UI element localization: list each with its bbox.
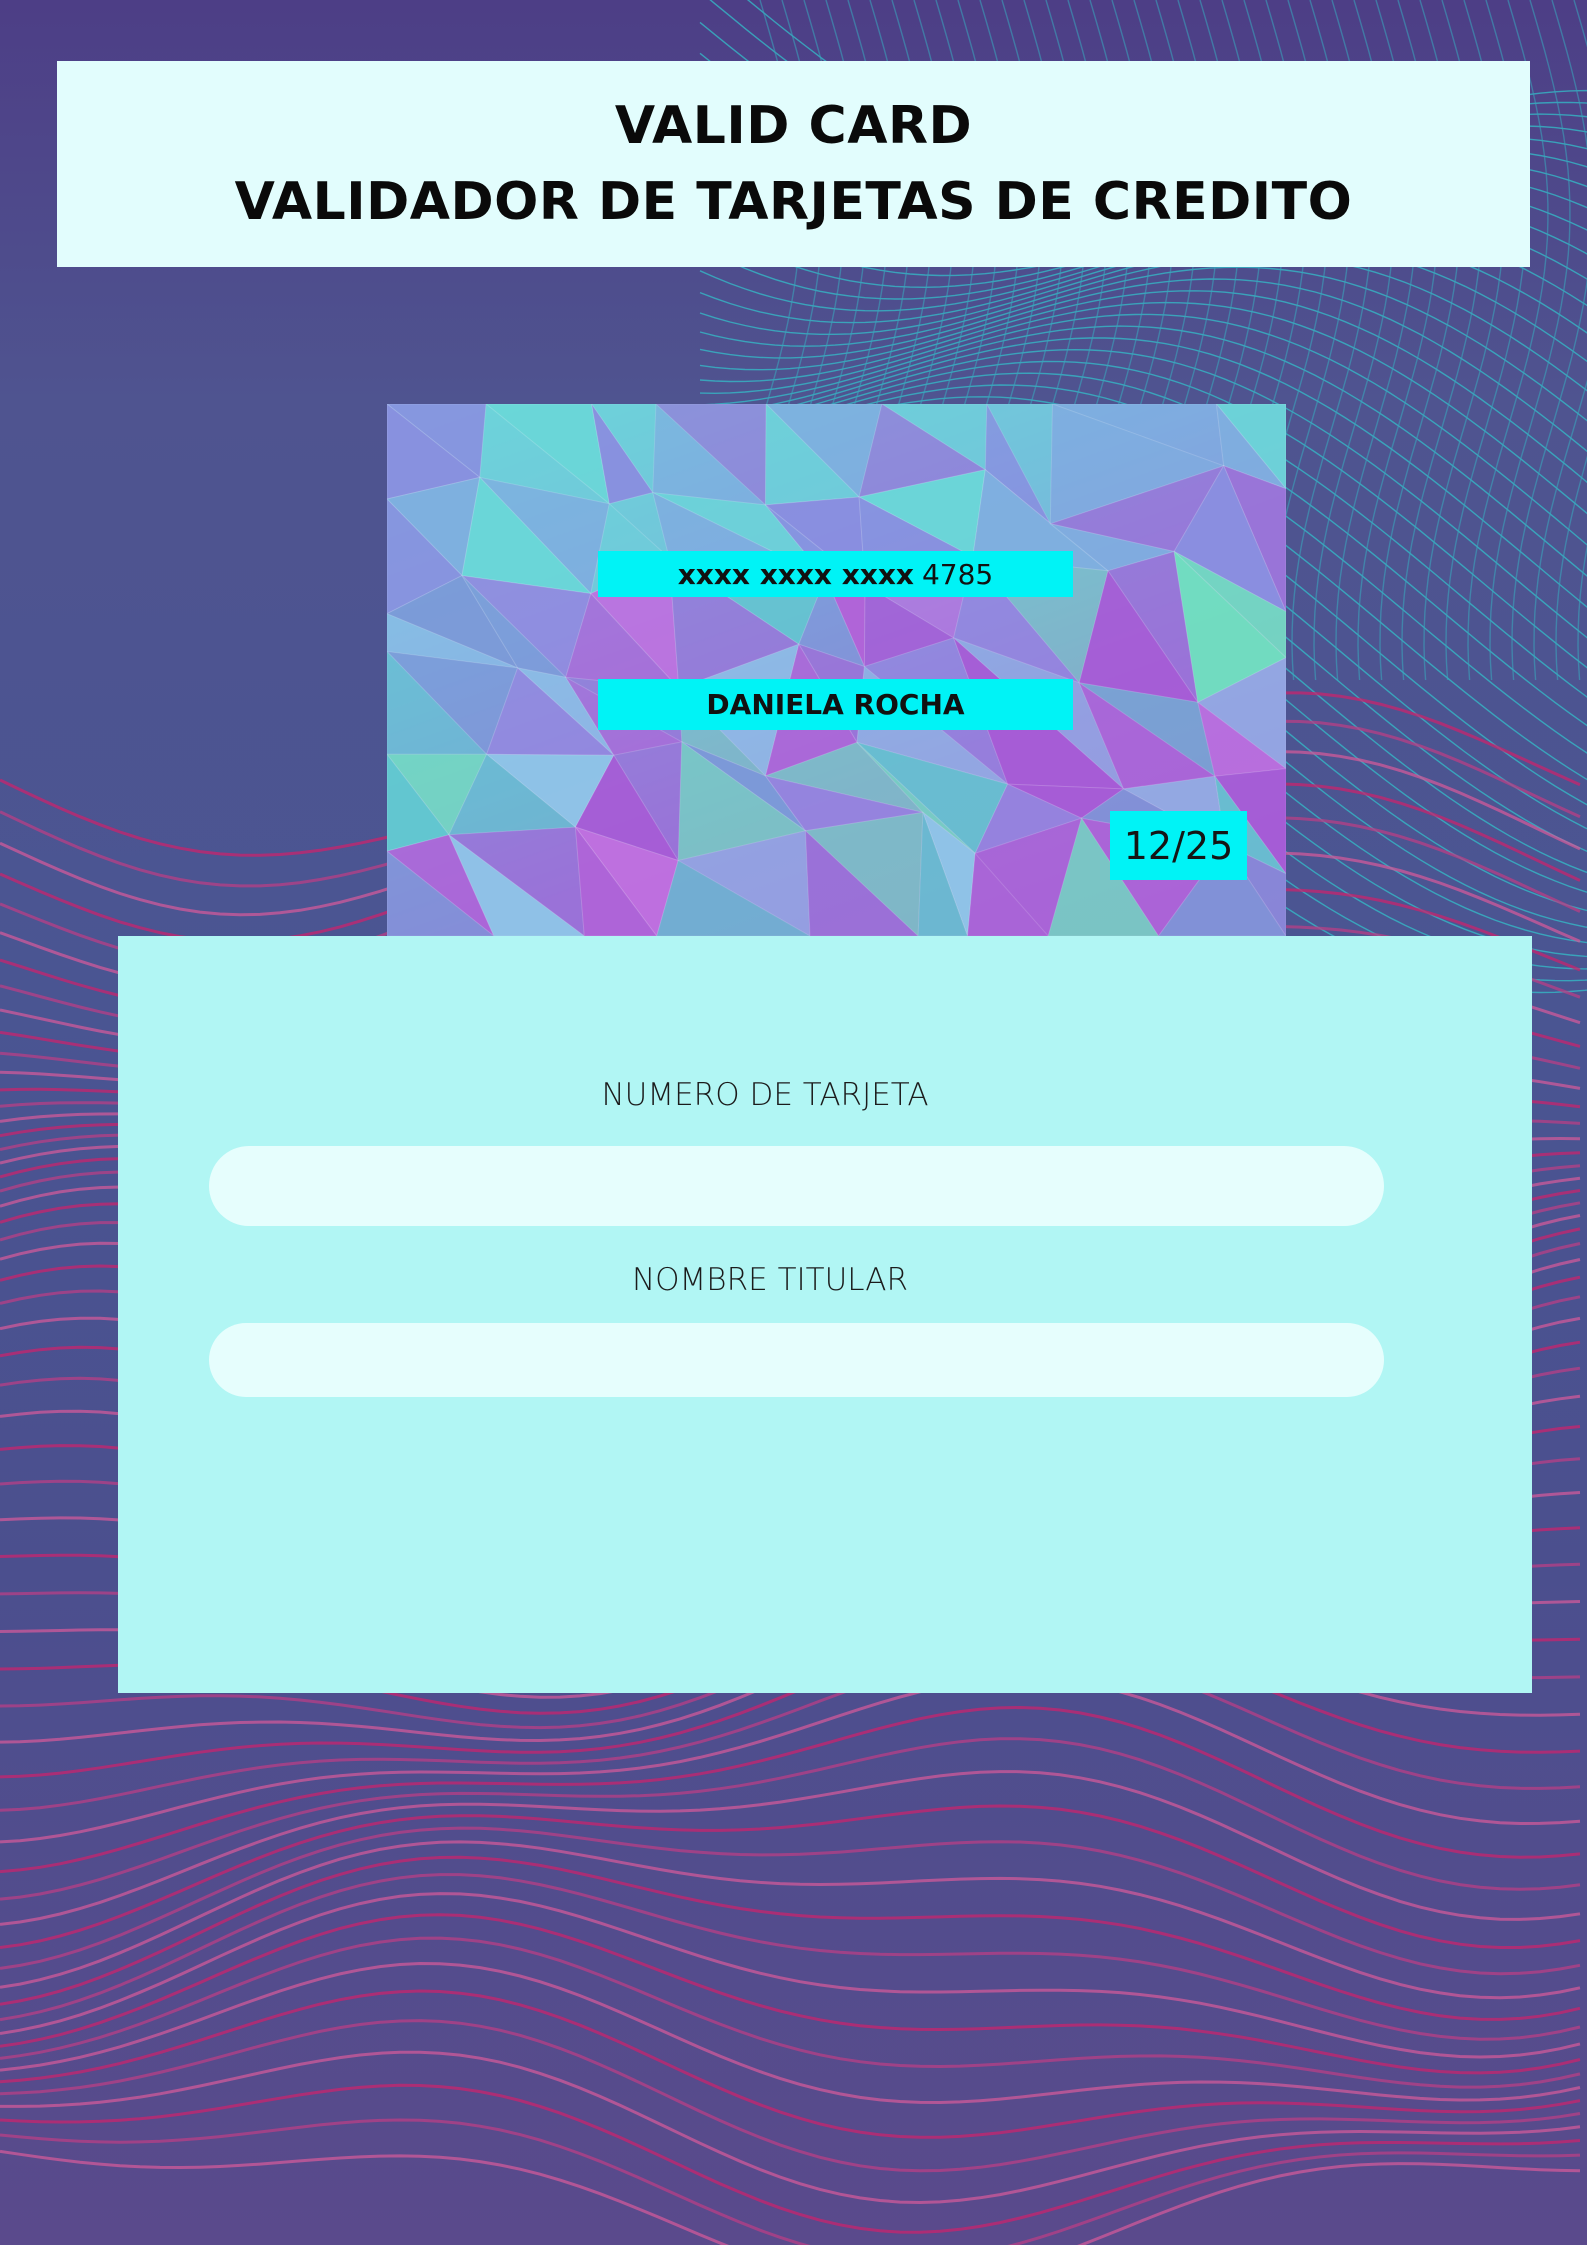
holder-name-input[interactable] <box>209 1323 1384 1397</box>
holder-name-label: NOMBRE TITULAR <box>631 1262 909 1298</box>
app-subtitle: VALIDADOR DE TARJETAS DE CREDITO <box>234 172 1353 232</box>
app-header: VALID CARD VALIDADOR DE TARJETAS DE CRED… <box>57 61 1530 267</box>
card-expiry-display: 12/25 <box>1110 811 1247 880</box>
card-holder-display: DANIELA ROCHA <box>598 679 1073 730</box>
card-number-label: NUMERO DE TARJETA <box>601 1077 929 1113</box>
card-number-display: xxxx xxxx xxxx 4785 <box>598 551 1073 597</box>
card-form-panel <box>118 936 1532 1693</box>
app-title: VALID CARD <box>614 96 973 156</box>
card-number-mask: xxxx xxxx xxxx <box>677 557 914 591</box>
credit-card-preview: xxxx xxxx xxxx 4785 DANIELA ROCHA 12/25 <box>387 404 1286 936</box>
card-number-input[interactable] <box>209 1146 1384 1226</box>
card-number-last4: 4785 <box>921 557 994 591</box>
